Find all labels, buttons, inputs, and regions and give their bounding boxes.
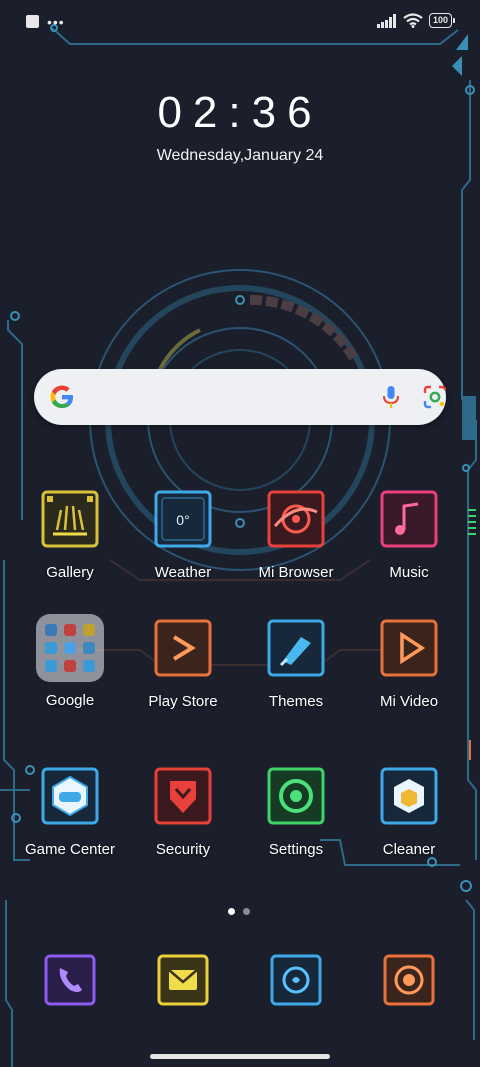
dock-messaging[interactable] [127,950,239,1010]
folder-google[interactable]: Google [14,613,126,709]
page-dot-active [228,908,235,915]
app-label: Themes [268,693,324,710]
app-security[interactable]: Security [127,761,239,858]
status-bar: ••• 100 [0,0,480,44]
weather-icon: 0° [154,490,212,548]
game-center-icon [41,767,99,825]
cleaner-icon [380,767,438,825]
app-settings[interactable]: Settings [240,761,352,858]
clock-time[interactable]: 02:36 [0,88,480,138]
battery-icon: 100 [428,13,456,28]
app-music[interactable]: Music [353,484,465,581]
dock-camera[interactable] [240,950,352,1010]
app-label: Mi Browser [258,564,334,581]
camera-shutter-icon [383,954,435,1006]
clock-date[interactable]: Wednesday,January 24 [0,147,480,165]
app-label: Security [155,841,211,858]
app-label: Cleaner [382,841,436,858]
app-label: Play Store [148,693,218,710]
app-gallery[interactable]: Gallery [14,484,126,581]
phone-icon [44,954,96,1006]
signal-icon [376,13,396,28]
play-store-icon [154,619,212,677]
app-game-center[interactable]: Game Center [14,761,126,858]
camera-icon [270,954,322,1006]
app-weather[interactable]: 0° Weather [127,484,239,581]
app-mi-video[interactable]: Mi Video [353,613,465,710]
dock-camera-shutter[interactable] [353,950,465,1010]
page-dot [243,908,250,915]
app-label: Settings [268,841,324,858]
app-cleaner[interactable]: Cleaner [353,761,465,858]
notification-icon [26,15,39,28]
wifi-icon [403,13,423,28]
more-notifications-icon: ••• [47,13,65,30]
app-label: Weather [154,564,212,581]
app-label: Mi Video [379,693,439,710]
security-icon [154,767,212,825]
video-icon [380,619,438,677]
google-folder-icon [36,614,104,682]
gallery-icon [41,490,99,548]
music-icon [380,490,438,548]
page-indicator [228,908,250,915]
google-lens-icon[interactable] [422,384,448,410]
messaging-icon [157,954,209,1006]
google-logo-icon [50,385,73,408]
app-label: Gallery [46,564,94,581]
app-themes[interactable]: Themes [240,613,352,710]
gesture-navigation-bar[interactable] [150,1054,330,1059]
app-label: Google [45,692,95,709]
app-mi-browser[interactable]: Mi Browser [240,484,352,581]
app-label: Game Center [24,841,116,858]
weather-temperature: 0° [176,512,189,528]
google-search-bar[interactable] [34,369,448,425]
app-label: Music [389,564,429,581]
browser-icon [267,490,325,548]
themes-icon [267,619,325,677]
voice-search-icon[interactable] [378,384,404,410]
settings-icon [267,767,325,825]
app-play-store[interactable]: Play Store [127,613,239,710]
dock-phone[interactable] [14,950,126,1010]
